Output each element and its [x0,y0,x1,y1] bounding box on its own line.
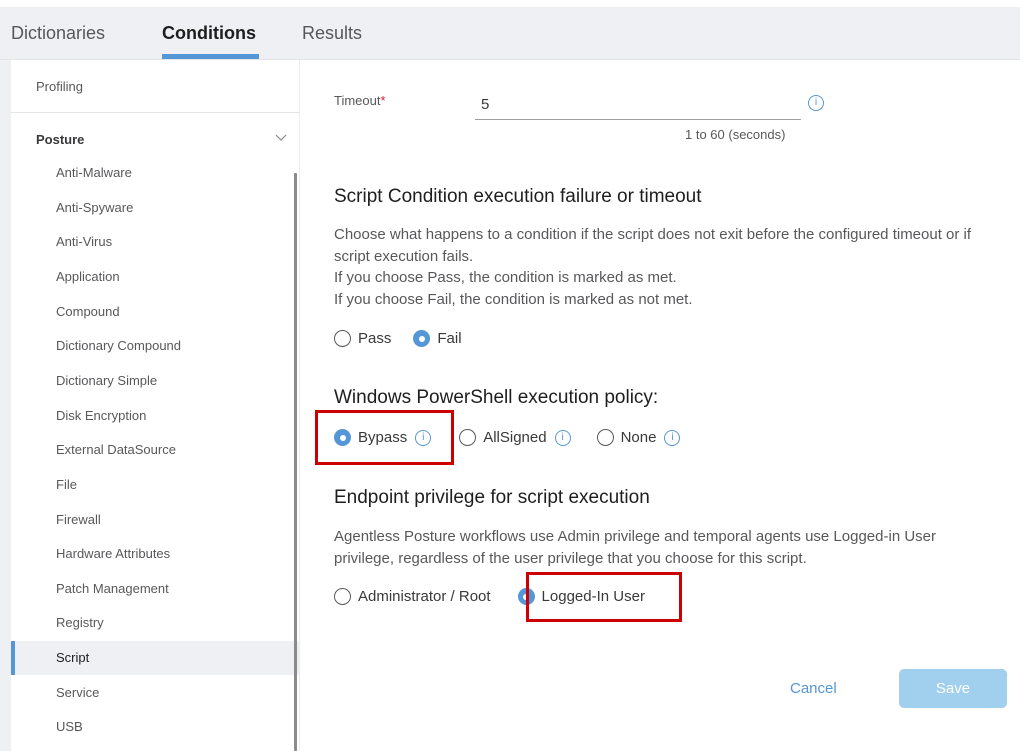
save-button[interactable]: Save [899,669,1007,708]
radio-allsigned[interactable]: AllSigned i [459,429,571,446]
sidebar-item-label: Dictionary Simple [56,373,158,388]
sidebar-item-label: USB [56,719,83,734]
sidebar-item-compound[interactable]: Compound [11,295,299,329]
left-gutter [0,60,11,751]
sidebar-item-disk-encryption[interactable]: Disk Encryption [11,399,299,433]
radio-bypass[interactable]: Bypass i [334,429,432,446]
sidebar-item-firewall[interactable]: Firewall [11,503,299,537]
info-icon[interactable]: i [415,429,432,446]
radio-label: Bypass [358,429,408,446]
radio-fail[interactable]: Fail [413,330,462,347]
info-icon[interactable]: i [664,429,681,446]
radio-button[interactable] [459,429,477,446]
description-line: If you choose Pass, the condition is mar… [334,269,677,286]
script-condition-form: Timeout* i 1 to 60 (seconds) Script Cond… [301,60,1024,751]
radio-logged-in-user[interactable]: Logged-In User [517,588,645,605]
sidebar-item-label: Script [56,650,90,665]
sidebar-section-posture[interactable]: Posture [36,132,84,147]
tab-conditions[interactable]: Conditions [162,23,256,44]
sidebar-item-label: Anti-Malware [56,165,132,180]
radio-label: Administrator / Root [358,588,491,605]
privilege-section-description: Agentless Posture workflows use Admin pr… [334,528,936,567]
powershell-radio-group: Bypass i AllSigned i None i [334,429,702,446]
sidebar-item-label: Firewall [56,512,101,527]
sidebar-item-label: Registry [56,615,104,630]
sidebar-item-external-datasource[interactable]: External DataSource [11,433,299,467]
privilege-radio-group: Administrator / Root Logged-In User [334,588,667,605]
radio-pass[interactable]: Pass [334,330,391,347]
failure-radio-group: Pass Fail [334,330,484,347]
sidebar-item-label: Application [56,269,120,284]
sidebar-item-file[interactable]: File [11,468,299,502]
powershell-section-title: Windows PowerShell execution policy: [334,387,659,408]
radio-button[interactable] [334,330,351,347]
sidebar-item-label: File [56,477,77,492]
sidebar-item-profiling[interactable]: Profiling [36,79,83,94]
sidebar-item-label: Hardware Attributes [56,546,171,561]
sidebar-item-label: Anti-Virus [56,234,113,249]
info-icon[interactable]: i [554,429,571,446]
radio-administrator-root[interactable]: Administrator / Root [334,588,491,605]
sidebar-item-anti-spyware[interactable]: Anti-Spyware [11,191,299,225]
radio-button[interactable] [334,429,351,446]
sidebar-item-label: Disk Encryption [56,408,147,423]
sidebar-item-usb[interactable]: USB [11,710,299,744]
chevron-down-icon[interactable] [274,131,288,145]
radio-none[interactable]: None i [596,429,681,446]
description-line: If you choose Fail, the condition is mar… [334,290,693,308]
sidebar-item-service[interactable]: Service [11,676,299,710]
tab-bar: Dictionaries Conditions Results [0,7,1020,60]
sidebar-item-dictionary-simple[interactable]: Dictionary Simple [11,364,299,398]
tab-dictionaries[interactable]: Dictionaries [11,23,105,44]
cancel-button[interactable]: Cancel [790,680,837,697]
sidebar-scrollbar[interactable] [294,173,297,751]
description-line: Choose what happens to a condition if th… [334,226,972,265]
tab-results[interactable]: Results [302,23,362,44]
timeout-hint: 1 to 60 (seconds) [685,127,786,142]
radio-label: Fail [437,330,462,347]
sidebar-item-label: Compound [56,304,120,319]
sidebar-item-application[interactable]: Application [11,260,299,294]
active-tab-indicator [162,54,259,59]
sidebar-item-label: Dictionary Compound [56,338,182,353]
sidebar-item-label: Service [56,685,100,700]
sidebar-item-anti-virus[interactable]: Anti-Virus [11,225,299,259]
sidebar: Profiling Posture Anti-Malware Anti-Spyw… [11,60,300,751]
info-icon[interactable]: i [808,95,824,111]
timeout-input[interactable] [475,90,801,120]
required-marker: * [380,93,386,108]
sidebar-item-label: Patch Management [56,581,169,596]
radio-label: AllSigned [483,429,547,446]
radio-label: Logged-In User [541,588,645,605]
radio-button[interactable] [413,330,431,347]
radio-button[interactable] [517,588,535,605]
sidebar-item-script[interactable]: Script [11,641,299,675]
sidebar-item-label: Anti-Spyware [56,200,134,215]
failure-section-title: Script Condition execution failure or ti… [334,186,702,207]
timeout-label: Timeout* [334,93,386,108]
sidebar-item-label: External DataSource [56,442,176,457]
sidebar-divider [11,112,300,113]
sidebar-item-dictionary-compound[interactable]: Dictionary Compound [11,329,299,363]
sidebar-item-registry[interactable]: Registry [11,606,299,640]
radio-label: Pass [358,330,392,347]
radio-button[interactable] [596,429,614,446]
failure-section-description: Choose what happens to a condition if th… [334,224,994,310]
sidebar-item-hardware-attributes[interactable]: Hardware Attributes [11,537,299,571]
radio-button[interactable] [334,588,351,605]
radio-label: None [620,429,657,446]
sidebar-item-anti-malware[interactable]: Anti-Malware [11,156,299,190]
privilege-section-title: Endpoint privilege for script execution [334,487,650,508]
sidebar-item-patch-management[interactable]: Patch Management [11,572,299,606]
